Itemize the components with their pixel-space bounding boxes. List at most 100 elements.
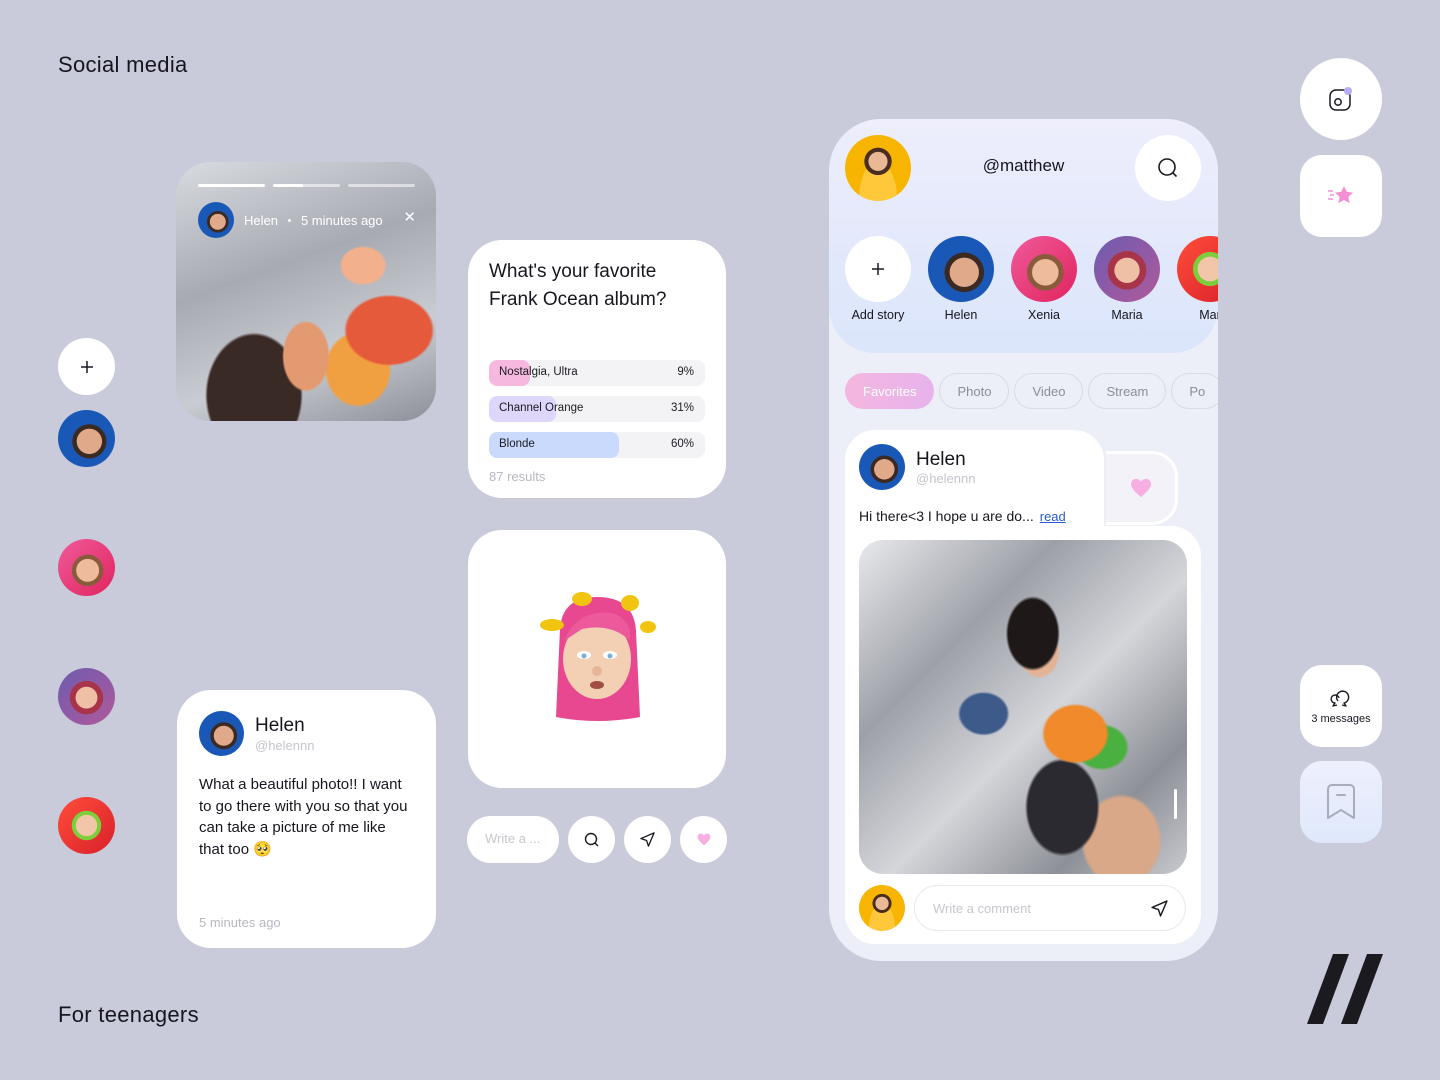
comment-composer: Write a comment [859,885,1186,931]
tab-favorites[interactable]: Favorites [845,373,935,409]
story-item[interactable]: Helen [928,236,994,322]
favorites-button[interactable] [1300,155,1382,237]
brand-logo-icon [1307,954,1383,1024]
tab-stream[interactable]: Stream [1088,373,1167,409]
compose-input[interactable]: Write a ... [467,816,559,863]
comment-text: What a beautiful photo!! I want to go th… [199,776,408,858]
camera-icon [1329,87,1352,111]
story-label: Mar [1199,308,1218,322]
send-icon[interactable] [1150,899,1169,918]
poll-option[interactable]: Nostalgia, Ultra 9% [489,360,705,386]
feed-filter-tabs: Favorites Photo Video Stream Po [845,373,1218,409]
send-button[interactable] [624,816,671,863]
story-username: Helen [244,212,278,228]
comment-card: Helen @helennn What a beautiful photo!! … [177,690,436,948]
separator-dot [287,218,291,222]
page-subtitle: For teenagers [58,1002,199,1027]
story-add[interactable]: Add story [845,236,911,322]
post-caption-text: Hi there<3 I hope u are do... [859,508,1034,524]
plus-icon [80,360,93,373]
poll-option-percent: 60% [670,438,694,450]
avatar[interactable] [199,711,244,756]
memoji-sticker-card[interactable] [468,530,726,788]
phone-header: @matthew Add story Helen Xenia Maria Ma [829,119,1218,353]
poll-question: What's your favorite Frank Ocean album? [489,261,667,310]
story-avatar-maria[interactable] [58,668,115,725]
story-viewer[interactable]: Helen 5 minutes ago ✕ [176,162,436,421]
search-icon [584,832,598,846]
search-button[interactable] [568,816,615,863]
post-like-button[interactable] [1106,451,1178,525]
poll-option-percent: 31% [670,402,694,414]
story-header: Helen 5 minutes ago [198,202,383,238]
story-avatar-mar[interactable] [58,797,115,854]
poll-option-percent: 9% [677,366,694,378]
add-story-button[interactable] [58,338,115,395]
poll-option-label: Channel Orange [499,402,584,414]
story-avatar[interactable] [1177,236,1218,302]
poll-option[interactable]: Channel Orange 31% [489,396,705,422]
bookmark-icon [1327,784,1355,819]
story-progress-2 [273,184,340,187]
heart-icon [1130,478,1151,498]
plus-icon [872,263,884,275]
chat-bubbles-icon [1330,689,1350,707]
story-avatar[interactable] [1011,236,1077,302]
poll-results-count: 87 results [489,469,546,484]
story-item[interactable]: Xenia [1011,236,1077,322]
story-label: Xenia [1028,308,1060,322]
send-icon [640,832,655,847]
add-story-button[interactable] [845,236,911,302]
story-label: Maria [1111,308,1143,322]
story-item[interactable]: Maria [1094,236,1160,322]
story-progress-1 [198,184,265,187]
story-progress-3 [348,184,415,187]
page-title: Social media [58,52,188,77]
phone-feed-screen: @matthew Add story Helen Xenia Maria Ma … [829,119,1218,961]
story-avatar[interactable] [1094,236,1160,302]
tab-video[interactable]: Video [1014,373,1084,409]
comment-author-name: Helen [255,714,305,736]
avatar [859,885,905,931]
search-icon [1158,158,1178,178]
comment-header: Helen @helennn [199,711,414,756]
story-avatar-xenia[interactable] [58,539,115,596]
avatar[interactable] [859,444,905,490]
scrollbar[interactable] [1174,789,1177,819]
comment-time: 5 minutes ago [199,915,281,930]
search-button[interactable] [1135,135,1201,201]
like-button[interactable] [680,816,727,863]
tab-po[interactable]: Po [1171,373,1218,409]
poll-option-label: Blonde [499,438,535,450]
notification-dot [1344,87,1352,95]
story-item[interactable]: Mar [1177,236,1218,322]
poll-options: Nostalgia, Ultra 9% Channel Orange 31% B… [489,360,705,458]
bookmark-button[interactable] [1300,761,1382,843]
tab-photo[interactable]: Photo [939,373,1010,409]
story-avatar[interactable] [928,236,994,302]
messages-count: 3 messages [1311,712,1371,725]
avatar [198,202,234,238]
heart-icon [697,833,710,846]
post-author-handle: @helennn [916,470,976,486]
memoji-image [540,592,656,721]
poll-option[interactable]: Blonde 60% [489,432,705,458]
comment-input[interactable]: Write a comment [914,885,1186,931]
read-more-link[interactable]: read [1040,509,1066,524]
close-icon[interactable]: ✕ [403,210,416,225]
messages-button[interactable]: 3 messages [1300,665,1382,747]
post-photo[interactable] [859,540,1187,874]
story-label: Add story [851,308,905,322]
post-caption: Hi there<3 I hope u are do... read [859,508,1066,524]
poll-card: What's your favorite Frank Ocean album? … [468,240,726,498]
poll-option-label: Nostalgia, Ultra [499,366,578,378]
feed-post: Helen @helennn Hi there<3 I hope u are d… [845,430,1201,944]
story-label: Helen [944,308,978,322]
comment-author-handle: @helennn [255,737,315,753]
comment-input-placeholder: Write a comment [933,900,1032,916]
star-icon [1328,186,1353,204]
post-author-name: Helen [916,448,966,470]
instagram-button[interactable] [1300,58,1382,140]
story-avatar-helen[interactable] [58,410,115,467]
post-author: Helen @helennn [859,444,975,490]
